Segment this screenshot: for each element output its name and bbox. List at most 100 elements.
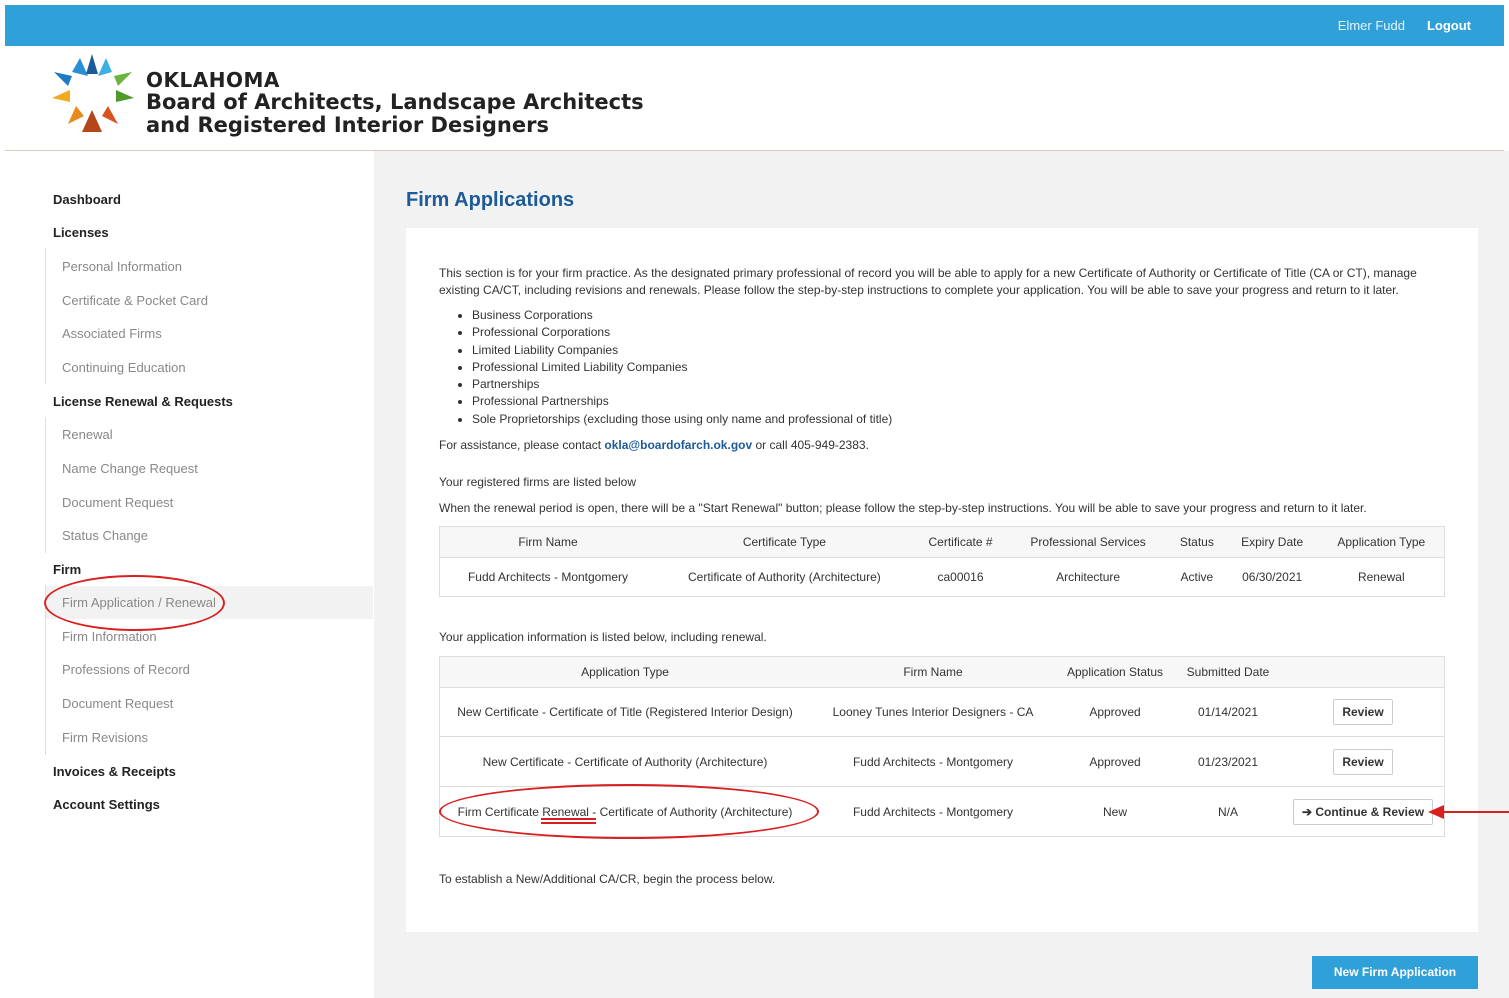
content-card: This section is for your firm practice. … bbox=[406, 228, 1478, 932]
table-row: Firm Certificate Renewal - Certificate o… bbox=[439, 786, 1445, 837]
sidebar-item-status-change[interactable]: Status Change bbox=[62, 528, 148, 543]
col-header: Expiry Date bbox=[1225, 526, 1319, 558]
page-title: Firm Applications bbox=[406, 189, 575, 211]
col-header: Application Status bbox=[1056, 656, 1174, 688]
annotation-underline bbox=[541, 822, 596, 824]
divider bbox=[45, 585, 46, 755]
table-cell: New bbox=[1056, 786, 1174, 837]
table-cell: 01/14/2021 bbox=[1174, 687, 1282, 737]
sidebar-item-dashboard[interactable]: Dashboard bbox=[53, 192, 121, 207]
col-header: Status bbox=[1167, 526, 1226, 558]
assist-prefix: For assistance, please contact bbox=[439, 438, 605, 452]
sidebar-section-firm[interactable]: Firm bbox=[53, 562, 81, 577]
renewal-note: When the renewal period is open, there w… bbox=[439, 501, 1367, 515]
table-cell: Certificate of Authority (Architecture) bbox=[655, 557, 913, 597]
continue-review-label: Continue & Review bbox=[1315, 804, 1425, 819]
divider bbox=[45, 248, 46, 384]
table-cell: Approved bbox=[1056, 736, 1174, 787]
table-header-row: Application Type Firm Name Application S… bbox=[439, 656, 1445, 688]
table-cell: 06/30/2021 bbox=[1225, 557, 1319, 597]
sidebar-item-associated-firms[interactable]: Associated Firms bbox=[62, 326, 162, 341]
applications-heading: Your application information is listed b… bbox=[439, 630, 767, 644]
table-row: New Certificate - Certificate of Title (… bbox=[439, 687, 1445, 737]
sidebar-item-firm-application-renewal[interactable]: Firm Application / Renewal bbox=[62, 595, 216, 610]
sidebar-item-professions-of-record[interactable]: Professions of Record bbox=[62, 662, 190, 677]
sidebar-item-continuing-education[interactable]: Continuing Education bbox=[62, 360, 186, 375]
sidebar-item-name-change-request[interactable]: Name Change Request bbox=[62, 461, 198, 476]
sidebar-item-firm-document-request[interactable]: Document Request bbox=[62, 696, 173, 711]
brand-line-1: OKLAHOMA bbox=[146, 68, 280, 92]
list-item: Business Corporations bbox=[472, 307, 892, 324]
col-header: Professional Services bbox=[1008, 526, 1168, 558]
new-firm-application-button[interactable]: New Firm Application bbox=[1312, 956, 1478, 989]
list-item: Professional Limited Liability Companies bbox=[472, 359, 892, 376]
table-cell: Approved bbox=[1056, 687, 1174, 737]
annotation-underline bbox=[541, 818, 596, 820]
assist-email-link[interactable]: okla@boardofarch.ok.gov bbox=[604, 438, 752, 452]
registered-firms-heading: Your registered firms are listed below bbox=[439, 475, 636, 489]
review-button[interactable]: Review bbox=[1333, 699, 1393, 725]
table-cell: Fudd Architects - Montgomery bbox=[810, 736, 1056, 787]
review-button[interactable]: Review bbox=[1333, 748, 1393, 775]
col-header: Application Type bbox=[1318, 526, 1445, 558]
col-header: Certificate Type bbox=[655, 526, 913, 558]
logout-link[interactable]: Logout bbox=[1427, 18, 1471, 33]
table-cell: Fudd Architects - Montgomery bbox=[810, 786, 1056, 837]
applications-table: Application Type Firm Name Application S… bbox=[439, 656, 1445, 837]
user-name[interactable]: Elmer Fudd bbox=[1338, 18, 1405, 33]
sidebar-item-document-request[interactable]: Document Request bbox=[62, 495, 173, 510]
list-item: Limited Liability Companies bbox=[472, 342, 892, 359]
top-bar: Elmer Fudd Logout bbox=[5, 5, 1504, 46]
sidebar-item-firm-information[interactable]: Firm Information bbox=[62, 629, 157, 644]
table-cell: Firm Certificate Renewal - Certificate o… bbox=[439, 786, 810, 837]
sidebar-item-renewal[interactable]: Renewal bbox=[62, 427, 113, 442]
intro-text: This section is for your firm practice. … bbox=[439, 266, 1417, 297]
establish-note: To establish a New/Additional CA/CR, beg… bbox=[439, 872, 776, 886]
registered-firms-table: Firm Name Certificate Type Certificate #… bbox=[439, 526, 1445, 597]
table-cell: 01/23/2021 bbox=[1174, 736, 1282, 787]
list-item: Professional Partnerships bbox=[472, 393, 892, 410]
divider bbox=[45, 417, 46, 553]
list-item: Partnerships bbox=[472, 376, 892, 393]
col-header: Submitted Date bbox=[1174, 656, 1282, 688]
col-header: Firm Name bbox=[439, 526, 656, 558]
brand-line-3: and Registered Interior Designers bbox=[146, 113, 549, 137]
continue-review-button[interactable]: ➔ Continue & Review bbox=[1292, 798, 1434, 825]
sidebar-item-firm-revisions[interactable]: Firm Revisions bbox=[62, 730, 148, 745]
table-cell: Review bbox=[1282, 736, 1445, 787]
sidebar-item-account-settings[interactable]: Account Settings bbox=[53, 797, 160, 812]
table-cell: N/A bbox=[1174, 786, 1282, 837]
brand-title: OKLAHOMA Board of Architects, Landscape … bbox=[146, 69, 644, 137]
table-row: New Certificate - Certificate of Authori… bbox=[439, 736, 1445, 787]
sidebar-item-invoices-receipts[interactable]: Invoices & Receipts bbox=[53, 764, 176, 779]
col-header: Firm Name bbox=[810, 656, 1056, 688]
table-cell: Looney Tunes Interior Designers - CA bbox=[810, 687, 1056, 737]
table-cell: Fudd Architects - Montgomery bbox=[439, 557, 656, 597]
assistance-text: For assistance, please contact okla@boar… bbox=[439, 437, 869, 454]
table-header-row: Firm Name Certificate Type Certificate #… bbox=[439, 526, 1445, 558]
sidebar-section-licenses[interactable]: Licenses bbox=[53, 225, 109, 240]
table-row: Fudd Architects - Montgomery Certificate… bbox=[439, 557, 1445, 597]
sidebar-nav: Dashboard Licenses Personal Information … bbox=[5, 151, 373, 998]
main-content: Firm Applications This section is for yo… bbox=[374, 151, 1509, 998]
table-cell: Active bbox=[1167, 557, 1226, 597]
table-cell: New Certificate - Certificate of Title (… bbox=[439, 687, 810, 737]
list-item: Sole Proprietorships (excluding those us… bbox=[472, 411, 892, 428]
table-cell: Renewal bbox=[1318, 557, 1445, 597]
sidebar-item-personal-information[interactable]: Personal Information bbox=[62, 259, 182, 274]
table-cell: Architecture bbox=[1008, 557, 1168, 597]
sidebar-item-certificate-pocket-card[interactable]: Certificate & Pocket Card bbox=[62, 293, 208, 308]
arrow-right-icon: ➔ bbox=[1301, 804, 1316, 819]
table-cell: New Certificate - Certificate of Authori… bbox=[439, 736, 810, 787]
list-item: Professional Corporations bbox=[472, 324, 892, 341]
site-header: OKLAHOMA Board of Architects, Landscape … bbox=[5, 46, 1504, 151]
col-header bbox=[1282, 656, 1445, 688]
assist-suffix: or call 405-949-2383. bbox=[752, 438, 869, 452]
brand-line-2: Board of Architects, Landscape Architect… bbox=[146, 90, 644, 114]
col-header: Application Type bbox=[439, 656, 810, 688]
sidebar-section-license-renewal[interactable]: License Renewal & Requests bbox=[53, 394, 233, 409]
annotation-arrow-left-icon bbox=[1428, 805, 1509, 819]
table-cell: Review bbox=[1282, 687, 1445, 737]
col-header: Certificate # bbox=[912, 526, 1009, 558]
table-cell: ➔ Continue & Review bbox=[1282, 786, 1445, 837]
